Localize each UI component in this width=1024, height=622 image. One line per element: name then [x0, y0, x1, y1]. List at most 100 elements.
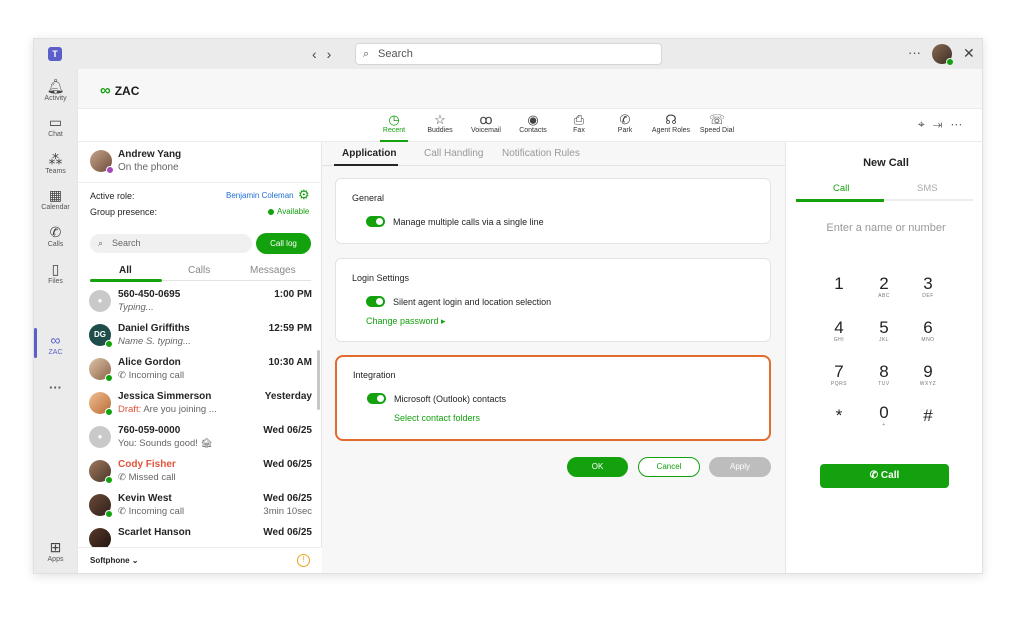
conversation-preview: You: Sounds good! 🏚	[118, 438, 213, 449]
conversation-item[interactable]: Alice Gordon ✆ Incoming call 10:30 AM	[78, 355, 318, 389]
my-avatar[interactable]	[90, 150, 114, 174]
general-card: General Manage multiple calls via a sing…	[335, 178, 771, 244]
keypad-key[interactable]: 8 TUV	[869, 363, 899, 388]
my-name: Andrew Yang	[118, 149, 182, 160]
change-password-link[interactable]: Change password ▸	[366, 316, 446, 327]
rail-item-apps[interactable]: ⊞ Apps	[34, 539, 77, 563]
multiple-calls-toggle[interactable]	[366, 216, 385, 227]
conversation-item[interactable]: ● 760-059-0000 You: Sounds good! 🏚 Wed 0…	[78, 423, 318, 457]
rail-item-chat[interactable]: ▭ Chat	[34, 114, 77, 138]
key-letters: GHI	[833, 337, 845, 343]
softphone-dropdown[interactable]: Softphone ⌄	[90, 556, 138, 565]
back-icon[interactable]: ‹	[312, 46, 327, 62]
tab-sms[interactable]: SMS	[917, 183, 938, 194]
conversation-item[interactable]: DG Daniel Griffiths Name S. typing... 12…	[78, 321, 318, 355]
rail-label: Apps	[47, 556, 64, 563]
zac-logo: ∞ ZAC	[100, 82, 139, 99]
rail-item-files[interactable]: ▯ Files	[34, 261, 77, 285]
warning-icon[interactable]: !	[297, 554, 310, 567]
more-options-icon[interactable]: ⋯	[950, 117, 970, 131]
conversation-item[interactable]: Kevin West ✆ Incoming call Wed 06/25 3mi…	[78, 491, 318, 525]
keypad-key[interactable]: *	[824, 407, 854, 425]
close-icon[interactable]: ✕	[963, 45, 975, 62]
call-log-button[interactable]: Call log	[256, 233, 311, 254]
rail-item-calls[interactable]: ✆ Calls	[34, 224, 77, 248]
select-contact-folders-link[interactable]: Select contact folders	[394, 413, 480, 423]
keypad-key[interactable]: 2 ABC	[869, 275, 899, 300]
cancel-button[interactable]: Cancel	[638, 457, 700, 477]
rail-item-calendar[interactable]: ▦ Calendar	[34, 187, 77, 211]
rail-item-zac[interactable]: ∞ ZAC	[34, 332, 77, 356]
tab-application[interactable]: Application	[342, 148, 396, 159]
group-presence-value[interactable]: Available	[277, 207, 309, 216]
rail-item-activity[interactable]: 🔔︎ Activity	[34, 78, 77, 102]
conversation-name: Jessica Simmerson	[118, 391, 212, 402]
fax-icon: ⎙	[573, 112, 585, 127]
global-search-input[interactable]: ⌕ Search	[355, 43, 662, 65]
tool-recent[interactable]: ◷ Recent	[370, 112, 418, 134]
keypad-key[interactable]: 4 GHI	[824, 319, 854, 344]
ok-button[interactable]: OK	[567, 457, 628, 477]
tool-park[interactable]: ✆ Park	[601, 112, 649, 134]
tab-notification-rules[interactable]: Notification Rules	[502, 148, 580, 159]
conversation-item[interactable]: ● 560-450-0695 Typing... 1:00 PM	[78, 287, 318, 321]
app-name: ZAC	[114, 84, 140, 98]
keypad-key[interactable]: 3 DEF	[913, 275, 943, 300]
tool-voicemail[interactable]: ꝏ Voicemail	[462, 112, 510, 134]
scrollbar[interactable]	[317, 350, 320, 410]
keypad-key[interactable]: 5 JKL	[869, 319, 899, 344]
call-button[interactable]: ✆ Call	[820, 464, 949, 488]
tab-call[interactable]: Call	[833, 183, 849, 194]
integration-card: Integration Microsoft (Outlook) contacts…	[335, 355, 771, 441]
tab-messages[interactable]: Messages	[250, 265, 296, 276]
rail-label: Files	[48, 278, 63, 285]
tab-calls[interactable]: Calls	[188, 265, 210, 276]
keypad-key[interactable]: 1	[824, 275, 854, 293]
avatar	[89, 494, 113, 518]
location-icon[interactable]: ⌖	[918, 117, 933, 131]
forward-icon[interactable]: ›	[327, 46, 342, 62]
silent-login-toggle[interactable]	[366, 296, 385, 307]
presence-dot	[105, 340, 113, 348]
rail-item-teams[interactable]: ⁂ Teams	[34, 151, 77, 175]
outlook-contacts-toggle[interactable]	[367, 393, 386, 404]
speed-dial-icon: ☏	[708, 112, 726, 127]
active-role-value[interactable]: Benjamin Coleman	[226, 191, 294, 200]
keypad-key[interactable]: 7 PQRS	[824, 363, 854, 388]
tab-active-underline	[334, 164, 398, 166]
apps-icon: ⊞	[49, 539, 62, 555]
tool-buddies[interactable]: ☆ Buddies	[416, 112, 464, 134]
avatar-initials: DG	[94, 330, 106, 339]
apply-button[interactable]: Apply	[709, 457, 771, 477]
tool-label: Buddies	[427, 127, 453, 134]
logout-icon[interactable]: ⇥	[933, 117, 951, 131]
conversation-item[interactable]: Cody Fisher ✆ Missed call Wed 06/25	[78, 457, 318, 491]
tool-contacts[interactable]: ◉ Contacts	[509, 112, 557, 134]
keypad-key[interactable]: 0 +	[869, 404, 899, 429]
user-avatar[interactable]	[932, 44, 954, 66]
call-icon: ✆	[118, 506, 129, 517]
more-options-icon[interactable]: ···	[908, 45, 921, 60]
gear-icon[interactable]: ⚙	[298, 187, 310, 203]
conversation-item[interactable]: Scarlet Hanson Wed 06/25	[78, 525, 318, 547]
tool-speed-dial[interactable]: ☏ Speed Dial	[693, 112, 741, 134]
rail-more-icon[interactable]: ···	[34, 380, 77, 395]
key-digit: *	[835, 406, 843, 425]
key-digit: 9	[923, 362, 933, 381]
tab-call-handling[interactable]: Call Handling	[424, 148, 483, 159]
conversation-preview-text: Incoming call	[128, 370, 185, 381]
key-letters: JKL	[878, 337, 890, 343]
tool-fax[interactable]: ⎙ Fax	[555, 112, 603, 134]
conversation-search-input[interactable]: ⌕ Search	[90, 234, 252, 253]
conversation-item[interactable]: Jessica Simmerson Draft: Are you joining…	[78, 389, 318, 423]
presence-dot	[105, 374, 113, 382]
key-letters: MNO	[921, 337, 935, 343]
tool-agent-roles[interactable]: ☊ Agent Roles	[647, 112, 695, 134]
nav-arrows: ‹›	[312, 46, 341, 62]
tab-all[interactable]: All	[119, 265, 132, 276]
keypad-key[interactable]: 9 WXYZ	[913, 362, 943, 388]
keypad-key[interactable]: #	[913, 407, 943, 425]
keypad-key[interactable]: 6 MNO	[913, 319, 943, 344]
group-presence-label: Group presence:	[90, 207, 158, 217]
number-input[interactable]: Enter a name or number	[786, 222, 982, 234]
